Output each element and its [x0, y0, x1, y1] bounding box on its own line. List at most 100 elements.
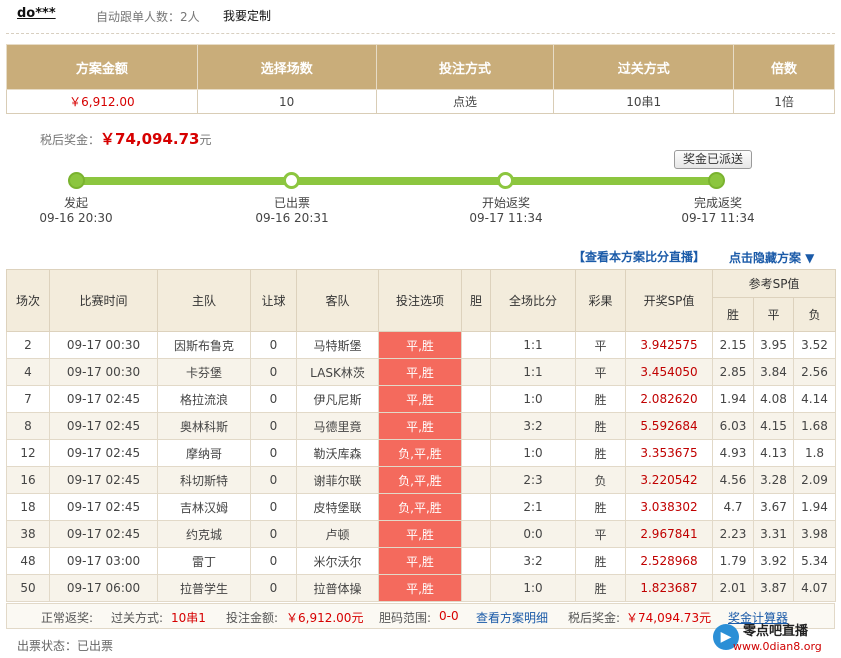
summary-value-row: ￥6,912.00 10 点选 10串1 1倍 — [6, 89, 835, 114]
ref-sp-win: 4.7 — [712, 493, 754, 521]
home-team: 科切斯特 — [157, 466, 251, 494]
full-score: 0:0 — [490, 520, 576, 548]
away-team: 米尔沃尔 — [296, 547, 379, 575]
col-header: 场次 — [6, 269, 50, 332]
draw-sp: 1.823687 — [625, 574, 713, 602]
pass-value: 10串1 — [171, 611, 206, 625]
step-time: 09-16 20:30 — [39, 211, 113, 225]
match-time: 09-17 02:45 — [49, 493, 158, 521]
result: 胜 — [575, 574, 626, 602]
summary-header: 投注方式 — [375, 44, 555, 90]
user-link[interactable]: do*** — [17, 6, 56, 21]
home-team: 摩纳哥 — [157, 439, 251, 467]
step-label: 发起 — [63, 196, 88, 210]
banker-range-label: 胆码范围: — [379, 611, 432, 625]
match-number: 8 — [6, 412, 50, 440]
away-team: 皮特堡联 — [296, 493, 379, 521]
draw-sp: 3.942575 — [625, 331, 713, 359]
ref-sp-win: 1.79 — [712, 547, 754, 575]
away-team: 马德里竟 — [296, 412, 379, 440]
draw-sp: 2.967841 — [625, 520, 713, 548]
col-header: 主队 — [157, 269, 251, 332]
step-time: 09-17 11:34 — [469, 211, 543, 225]
bet-option: 负,平,胜 — [378, 466, 462, 494]
match-time: 09-17 02:45 — [49, 520, 158, 548]
watermark-url: www.0dian8.org — [733, 640, 822, 653]
prize-unit: 元 — [199, 133, 212, 147]
ref-sp-draw: 3.28 — [753, 466, 794, 494]
table-row: 18 09-17 02:45 吉林汉姆 0 皮特堡联 负,平,胜 2:1 胜 3.038302 4… — [6, 493, 837, 521]
after-tax-label: 税后奖金: — [568, 611, 621, 625]
away-team: 卢顿 — [296, 520, 379, 548]
away-team: 马特斯堡 — [296, 331, 379, 359]
banker-range-value: 0-0 — [439, 609, 459, 623]
result: 胜 — [575, 412, 626, 440]
match-count: 10 — [196, 89, 377, 114]
match-number: 7 — [6, 385, 50, 413]
step-label: 开始返奖 — [481, 196, 530, 210]
ref-sp-draw: 3.92 — [753, 547, 794, 575]
match-time: 09-17 02:45 — [49, 412, 158, 440]
table-row: 12 09-17 02:45 摩纳哥 0 勒沃库森 负,平,胜 1:0 胜 3.353675 4.… — [6, 439, 837, 467]
result: 负 — [575, 466, 626, 494]
match-number: 48 — [6, 547, 50, 575]
progress-node-payout-done — [708, 172, 725, 189]
col-header: 开奖SP值 — [625, 269, 713, 332]
ref-sp-lose: 3.98 — [792, 520, 837, 548]
bet-option: 平,胜 — [378, 385, 462, 413]
custom-link[interactable]: 我要定制 — [223, 7, 271, 24]
prize-label: 税后奖金： — [40, 133, 101, 147]
live-score-link[interactable]: 【查看本方案比分直播】 — [573, 248, 705, 265]
handicap: 0 — [250, 358, 297, 386]
summary-header: 倍数 — [733, 44, 835, 90]
summary-header: 过关方式 — [553, 44, 735, 90]
ref-sp-win: 2.15 — [712, 331, 754, 359]
ref-sp-lose: 4.07 — [792, 574, 837, 602]
table-row: 38 09-17 02:45 约克城 0 卢顿 平,胜 0:0 平 2.967841 2.23 3.… — [6, 520, 837, 548]
match-time: 09-17 00:30 — [49, 358, 158, 386]
home-team: 卡芬堡 — [157, 358, 251, 386]
home-team: 奥林科斯 — [157, 412, 251, 440]
step-label: 完成返奖 — [693, 196, 742, 210]
result: 平 — [575, 520, 626, 548]
away-team: 谢菲尔联 — [296, 466, 379, 494]
prize-paid-button[interactable]: 奖金已派送 — [674, 150, 752, 169]
col-header: 胆 — [461, 269, 491, 332]
banker — [461, 520, 491, 548]
home-team: 格拉流浪 — [157, 385, 251, 413]
col-header: 彩果 — [575, 269, 626, 332]
hide-plan-link[interactable]: 点击隐藏方案 ▼ — [729, 249, 814, 266]
handicap: 0 — [250, 574, 297, 602]
draw-sp: 3.038302 — [625, 493, 713, 521]
after-tax-value: ￥74,094.73元 — [626, 611, 712, 625]
after-tax-prize: 税后奖金：￥74,094.73元 — [40, 128, 212, 149]
bet-amount-value: ￥6,912.00元 — [286, 611, 364, 625]
watermark-title: 零点吧直播 — [743, 624, 809, 639]
banker — [461, 439, 491, 467]
ref-sp-win: 2.01 — [712, 574, 754, 602]
ref-sp-win: 4.56 — [712, 466, 754, 494]
handicap: 0 — [250, 439, 297, 467]
plan-detail-link[interactable]: 查看方案明细 — [476, 609, 548, 626]
full-score: 2:3 — [490, 466, 576, 494]
banker — [461, 331, 491, 359]
handicap: 0 — [250, 493, 297, 521]
summary-header-row: 方案金额 选择场数 投注方式 过关方式 倍数 — [6, 44, 835, 90]
full-score: 1:0 — [490, 385, 576, 413]
bet-option: 平,胜 — [378, 331, 462, 359]
table-row: 2 09-17 00:30 因斯布鲁克 0 马特斯堡 平,胜 1:1 平 3.942575 2.1… — [6, 331, 837, 359]
ref-sp-draw: 3.95 — [753, 331, 794, 359]
ref-sp-lose: 2.56 — [792, 358, 837, 386]
ref-sp-win: 2.23 — [712, 520, 754, 548]
step-label: 已出票 — [273, 196, 310, 210]
ref-sp-lose: 5.34 — [792, 547, 837, 575]
ref-sp-draw: 4.15 — [753, 412, 794, 440]
match-time: 09-17 03:00 — [49, 547, 158, 575]
banker — [461, 385, 491, 413]
pass-label: 过关方式: — [111, 611, 164, 625]
match-time: 09-17 02:45 — [49, 466, 158, 494]
progress-track — [76, 177, 717, 185]
step-time: 09-17 11:34 — [681, 211, 755, 225]
match-time: 09-17 06:00 — [49, 574, 158, 602]
full-score: 1:1 — [490, 331, 576, 359]
